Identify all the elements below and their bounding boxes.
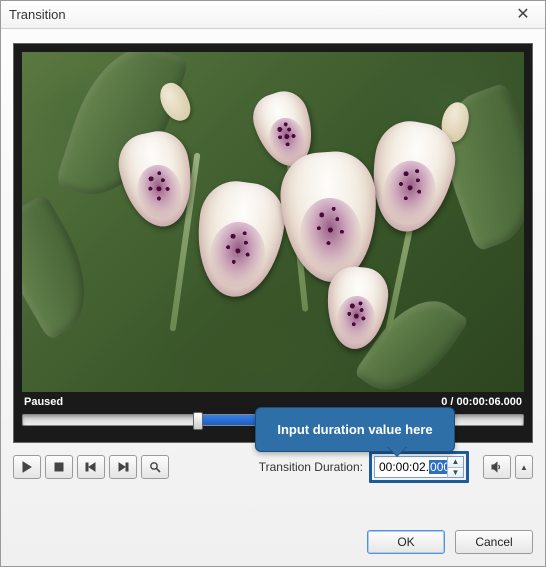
preview-panel: Paused 0 / 00:00:06.000 [13, 43, 533, 443]
volume-group: ▲ [483, 455, 533, 479]
playback-status-row: Paused 0 / 00:00:06.000 [22, 392, 524, 408]
close-button[interactable]: ✕ [509, 5, 537, 25]
volume-menu-button[interactable]: ▲ [515, 455, 533, 479]
close-icon: ✕ [516, 7, 529, 23]
hint-callout: Input duration value here [255, 407, 455, 452]
content-area: Paused 0 / 00:00:06.000 [1, 29, 545, 522]
duration-group: Transition Duration: 00:00:02.000 ▲ ▼ [259, 451, 469, 483]
chevron-up-icon: ▲ [520, 463, 528, 472]
window-title: Transition [9, 7, 66, 22]
play-button[interactable] [13, 455, 41, 479]
chevron-up-icon: ▲ [452, 457, 460, 466]
skip-forward-icon [117, 461, 129, 473]
stop-icon [53, 461, 65, 473]
speaker-icon [491, 461, 503, 473]
seek-bar-thumb[interactable] [193, 412, 203, 430]
titlebar: Transition ✕ [1, 1, 545, 29]
volume-button[interactable] [483, 455, 511, 479]
spin-up-button[interactable]: ▲ [448, 457, 463, 468]
playback-time: 0 / 00:00:06.000 [441, 396, 522, 408]
zoom-button[interactable] [141, 455, 169, 479]
spin-buttons: ▲ ▼ [447, 457, 463, 477]
duration-highlight: 00:00:02.000 ▲ ▼ [369, 451, 469, 483]
chevron-down-icon: ▼ [452, 468, 460, 477]
duration-input[interactable]: 00:00:02.000 [375, 457, 447, 477]
next-frame-button[interactable] [109, 455, 137, 479]
skip-back-icon [85, 461, 97, 473]
video-preview[interactable] [22, 52, 524, 392]
stop-button[interactable] [45, 455, 73, 479]
magnifier-icon [149, 461, 161, 473]
playback-state: Paused [24, 396, 63, 408]
duration-label: Transition Duration: [259, 460, 363, 474]
transition-dialog: Transition ✕ Paused 0 / 00: [0, 0, 546, 567]
cancel-button[interactable]: Cancel [455, 530, 533, 554]
dialog-footer: OK Cancel [1, 522, 545, 566]
spin-down-button[interactable]: ▼ [448, 468, 463, 478]
hint-text: Input duration value here [277, 422, 432, 437]
play-icon [21, 461, 33, 473]
ok-button[interactable]: OK [367, 530, 445, 554]
prev-frame-button[interactable] [77, 455, 105, 479]
